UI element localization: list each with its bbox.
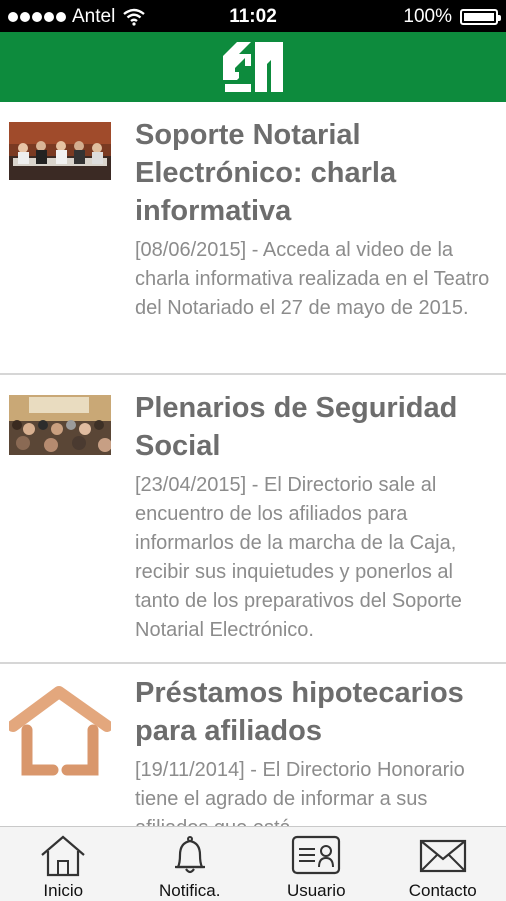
news-thumbnail-audience-photo [9, 395, 111, 455]
status-bar: Antel 11:02 100% [0, 0, 506, 32]
battery-icon [460, 9, 498, 25]
battery-fill [464, 13, 494, 21]
news-description: [08/06/2015] - Acceda al video de la cha… [135, 236, 496, 323]
tab-label: Usuario [287, 881, 346, 901]
app-header [0, 32, 506, 102]
tab-label: Contacto [409, 881, 477, 901]
user-card-icon [291, 833, 341, 877]
tab-contacto[interactable]: Contacto [380, 827, 506, 901]
news-item-plenarios[interactable]: Plenarios de Seguridad Social [23/04/201… [0, 375, 506, 664]
news-description: [19/11/2014] - El Directorio Honorario t… [135, 756, 496, 826]
tab-usuario[interactable]: Usuario [253, 827, 380, 901]
home-icon [38, 833, 88, 877]
envelope-icon [418, 833, 468, 877]
news-text: Plenarios de Seguridad Social [23/04/201… [135, 375, 496, 645]
tab-label: Inicio [43, 881, 83, 901]
news-list: Soporte Notarial Electrónico: charla inf… [0, 102, 506, 826]
status-right: 100% [403, 6, 498, 28]
tab-notifica[interactable]: Notifica. [127, 827, 254, 901]
tab-bar: Inicio Notifica. Usuario Contacto [0, 826, 506, 901]
news-item-soporte-notarial[interactable]: Soporte Notarial Electrónico: charla inf… [0, 102, 506, 375]
news-title: Plenarios de Seguridad Social [135, 389, 496, 465]
news-thumbnail-hands-house-photo [9, 686, 111, 778]
news-item-prestamos[interactable]: Préstamos hipotecarios para afiliados [1… [0, 664, 506, 826]
bell-icon [165, 833, 215, 877]
news-thumbnail-panel-photo [9, 122, 111, 180]
tab-inicio[interactable]: Inicio [0, 827, 127, 901]
news-title: Soporte Notarial Electrónico: charla inf… [135, 116, 496, 230]
tab-label: Notifica. [159, 881, 220, 901]
caja-notarial-logo-icon [221, 38, 285, 96]
news-text: Soporte Notarial Electrónico: charla inf… [135, 102, 496, 323]
news-title: Préstamos hipotecarios para afiliados [135, 674, 496, 750]
news-text: Préstamos hipotecarios para afiliados [1… [135, 664, 496, 826]
news-description: [23/04/2015] - El Directorio sale al enc… [135, 471, 496, 645]
battery-percent: 100% [403, 6, 452, 28]
